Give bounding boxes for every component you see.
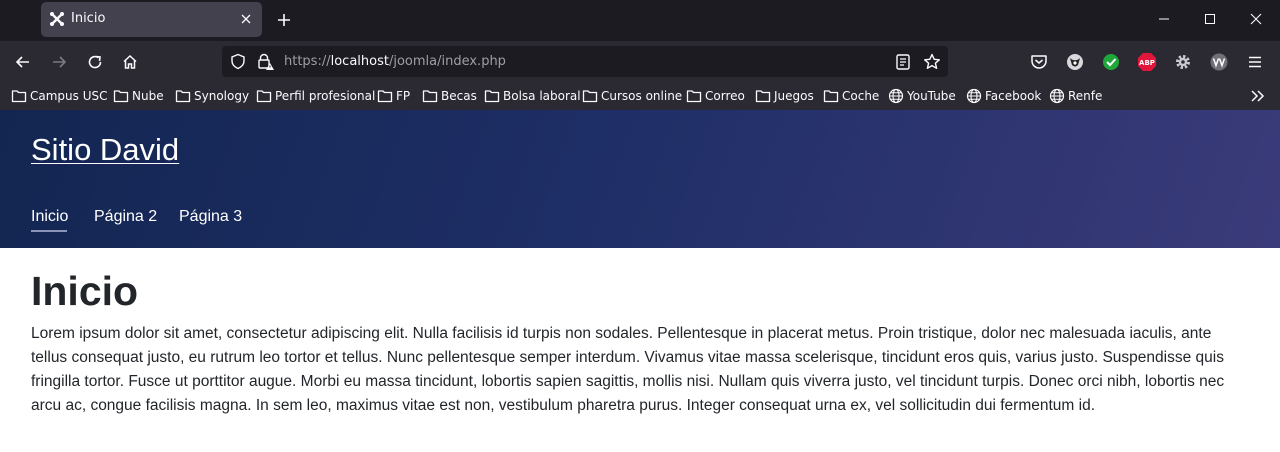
folder-icon [377, 90, 393, 103]
bookmark-star-icon[interactable] [922, 52, 942, 72]
folder-icon [175, 90, 191, 103]
bookmark-coche[interactable]: Coche [823, 87, 879, 105]
active-menu-indicator [31, 230, 67, 232]
minimize-icon[interactable] [1151, 6, 1177, 32]
bookmark-synology[interactable]: Synology [175, 87, 249, 105]
url-path: /joomla/index.php [388, 54, 506, 69]
url-scheme: https:// [284, 54, 331, 69]
bookmark-label: Campus USC [30, 89, 108, 103]
vv-icon[interactable] [1209, 52, 1229, 72]
folder-icon [11, 90, 27, 103]
reload-button[interactable] [81, 48, 109, 76]
page-heading: Inicio [31, 268, 139, 314]
adblock-icon[interactable]: ABP [1137, 52, 1157, 72]
bookmark-nube[interactable]: Nube [113, 87, 164, 105]
bookmark-label: Juegos [774, 89, 814, 103]
bookmark-label: Correo [705, 89, 745, 103]
bookmark-renfe[interactable]: Renfe [1049, 87, 1102, 105]
tab-title: Inicio [71, 11, 106, 26]
folder-icon [113, 90, 129, 103]
bookmark-label: Synology [194, 89, 250, 103]
close-window-icon[interactable] [1243, 6, 1269, 32]
menu-item-pagina-2[interactable]: Página 2 [94, 208, 157, 226]
check-icon[interactable] [1101, 52, 1121, 72]
bookmark-correo[interactable]: Correo [686, 87, 745, 105]
reader-view-icon[interactable] [894, 53, 912, 71]
gear-icon[interactable] [1173, 52, 1193, 72]
back-button[interactable] [9, 48, 37, 76]
arrow-right-icon [53, 56, 67, 68]
maximize-icon[interactable] [1197, 6, 1223, 32]
bookmark-facebook[interactable]: Facebook [966, 87, 1041, 105]
new-tab-icon[interactable] [272, 8, 296, 32]
globe-icon [1049, 88, 1065, 104]
bookmark-becas[interactable]: Becas [422, 87, 477, 105]
folder-icon [422, 90, 438, 103]
bookmark-fp[interactable]: FP [377, 87, 410, 105]
home-button[interactable] [116, 48, 144, 76]
site-title-link[interactable]: Sitio David [31, 132, 179, 168]
folder-icon [823, 90, 839, 103]
article-body: Lorem ipsum dolor sit amet, consectetur … [31, 325, 1225, 414]
bookmark-label: FP [396, 89, 411, 103]
bookmarks-toolbar: Campus USC Nube Synology Perfil profesional… [0, 82, 1280, 110]
url-bar[interactable]: https://localhost/joomla/index.php [222, 46, 948, 77]
globe-icon [966, 88, 982, 104]
site-header: Sitio David Inicio Página 2 Página 3 [0, 110, 1280, 248]
home-icon [123, 54, 137, 69]
forward-button[interactable] [45, 48, 73, 76]
lock-warning-icon[interactable] [256, 53, 274, 70]
folder-icon [484, 90, 500, 103]
bookmark-label: Becas [441, 89, 477, 103]
folder-icon [256, 90, 272, 103]
reload-icon [88, 55, 102, 69]
bookmark-campus-usc[interactable]: Campus USC [11, 87, 108, 105]
url-text[interactable]: https://localhost/joomla/index.php [284, 54, 506, 69]
bookmark-perfil-profesional[interactable]: Perfil profesional [256, 87, 375, 105]
folder-icon [686, 90, 702, 103]
globe-icon [888, 88, 904, 104]
bookmark-youtube[interactable]: YouTube [888, 87, 956, 105]
svg-text:ABP: ABP [1139, 59, 1155, 67]
navigation-toolbar: https://localhost/joomla/index.php ABP [0, 41, 1280, 82]
pocket-icon[interactable] [1029, 52, 1049, 72]
bookmark-label: Bolsa laboral [503, 89, 581, 103]
menu-item-inicio[interactable]: Inicio [31, 208, 68, 226]
url-host: localhost [330, 54, 389, 69]
bookmark-label: Nube [132, 89, 164, 103]
hamburger-menu-icon[interactable] [1245, 52, 1265, 72]
joomla-icon [50, 12, 64, 26]
bookmark-juegos[interactable]: Juegos [755, 87, 814, 105]
tab-strip: Inicio [0, 0, 1280, 41]
bookmark-bolsa-laboral[interactable]: Bolsa laboral [484, 87, 581, 105]
bookmark-label: Renfe [1068, 89, 1103, 103]
chevron-double-right-icon[interactable] [1248, 86, 1268, 106]
bookmark-label: Coche [842, 89, 880, 103]
arrow-left-icon [15, 56, 29, 68]
shield-icon[interactable] [230, 53, 246, 70]
folder-icon [582, 90, 598, 103]
menu-item-pagina-3[interactable]: Página 3 [179, 208, 242, 226]
bookmark-label: Perfil profesional [275, 89, 376, 103]
bookmark-label: Cursos online [601, 89, 683, 103]
bookmark-label: Facebook [985, 89, 1042, 103]
folder-icon [755, 90, 771, 103]
privacy-badger-icon[interactable] [1065, 52, 1085, 72]
bookmark-label: YouTube [907, 89, 956, 103]
tab-inicio[interactable]: Inicio [41, 2, 262, 37]
bookmark-cursos-online[interactable]: Cursos online [582, 87, 682, 105]
close-tab-icon[interactable] [237, 10, 255, 28]
